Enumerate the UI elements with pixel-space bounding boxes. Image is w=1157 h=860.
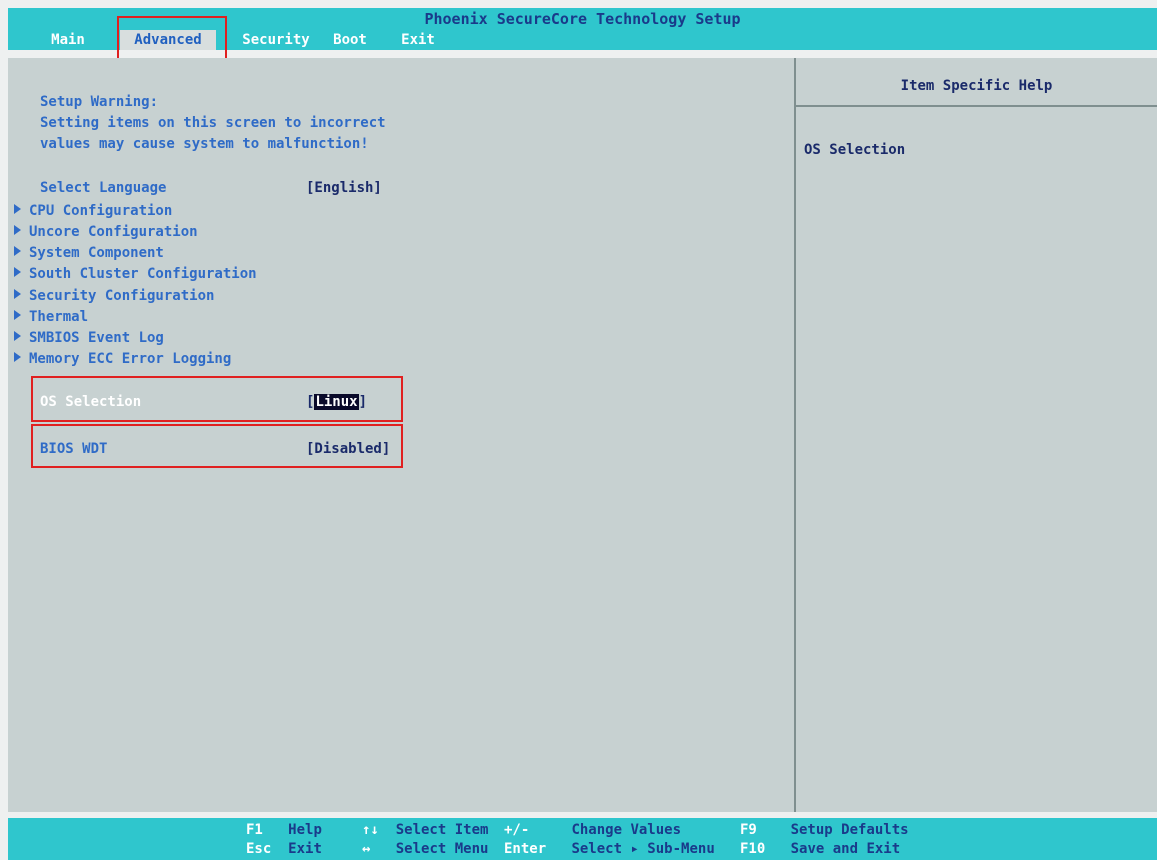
select-language-value[interactable]: [English]	[306, 178, 382, 198]
bios-setup-screen: Phoenix SecureCore Technology Setup Main…	[0, 0, 1157, 860]
select-language-item[interactable]: Select Language	[40, 178, 166, 198]
submenu-south-cluster-configuration[interactable]: South Cluster Configuration	[14, 264, 257, 284]
submenu-arrow-icon	[14, 331, 21, 341]
submenu-arrow-icon	[14, 267, 21, 277]
submenu-label: SMBIOS Event Log	[29, 330, 164, 346]
setup-warning-line1: Setting items on this screen to incorrec…	[40, 115, 386, 131]
submenu-arrow-icon	[14, 352, 21, 362]
submenu-label: Thermal	[29, 309, 89, 325]
submenu-uncore-configuration[interactable]: Uncore Configuration	[14, 222, 198, 242]
footer-keys-bar: F1 Help ↑↓ Select Item +/- Change Values…	[8, 818, 1157, 860]
submenu-label: Memory ECC Error Logging	[29, 351, 232, 367]
submenu-cpu-configuration[interactable]: CPU Configuration	[14, 201, 172, 221]
tab-boot[interactable]: Boot	[322, 30, 378, 50]
submenu-arrow-icon	[14, 246, 21, 256]
setup-warning-title: Setup Warning:	[40, 94, 159, 110]
footer-key-save-exit: F10 Save and Exit	[740, 841, 901, 857]
setup-warning-line2: values may cause system to malfunction!	[40, 136, 369, 152]
submenu-system-component[interactable]: System Component	[14, 243, 164, 263]
submenu-arrow-icon	[14, 225, 21, 235]
submenu-arrow-icon	[14, 289, 21, 299]
panel-divider	[794, 58, 796, 812]
help-text: OS Selection	[804, 142, 906, 158]
submenu-label: CPU Configuration	[29, 203, 173, 219]
footer-key-select-menu: ↔ Select Menu	[362, 841, 489, 857]
submenu-label: Uncore Configuration	[29, 224, 198, 240]
submenu-arrow-icon	[14, 310, 21, 320]
tab-exit[interactable]: Exit	[390, 30, 446, 50]
submenu-memory-ecc-error-logging[interactable]: Memory ECC Error Logging	[14, 349, 231, 369]
submenu-label: Security Configuration	[29, 288, 215, 304]
advanced-tab-highlight	[117, 16, 227, 64]
bios-wdt-highlight	[31, 424, 403, 468]
help-title: Item Specific Help	[900, 78, 1053, 94]
os-selection-highlight	[31, 376, 403, 422]
tab-security[interactable]: Security	[236, 30, 316, 50]
submenu-security-configuration[interactable]: Security Configuration	[14, 286, 214, 306]
tab-main[interactable]: Main	[40, 30, 96, 50]
help-header-divider	[796, 105, 1157, 107]
submenu-label: System Component	[29, 245, 164, 261]
footer-key-help: F1 Help	[246, 822, 322, 838]
footer-key-setup-defaults: F9 Setup Defaults	[740, 822, 909, 838]
submenu-thermal[interactable]: Thermal	[14, 307, 88, 327]
footer-key-sub-menu: Enter Select ▸ Sub-Menu	[504, 841, 715, 857]
footer-key-exit: Esc Exit	[246, 841, 322, 857]
submenu-label: South Cluster Configuration	[29, 266, 257, 282]
submenu-smbios-event-log[interactable]: SMBIOS Event Log	[14, 328, 164, 348]
submenu-arrow-icon	[14, 204, 21, 214]
footer-key-select-item: ↑↓ Select Item	[362, 822, 489, 838]
footer-key-change-values: +/- Change Values	[504, 822, 682, 838]
